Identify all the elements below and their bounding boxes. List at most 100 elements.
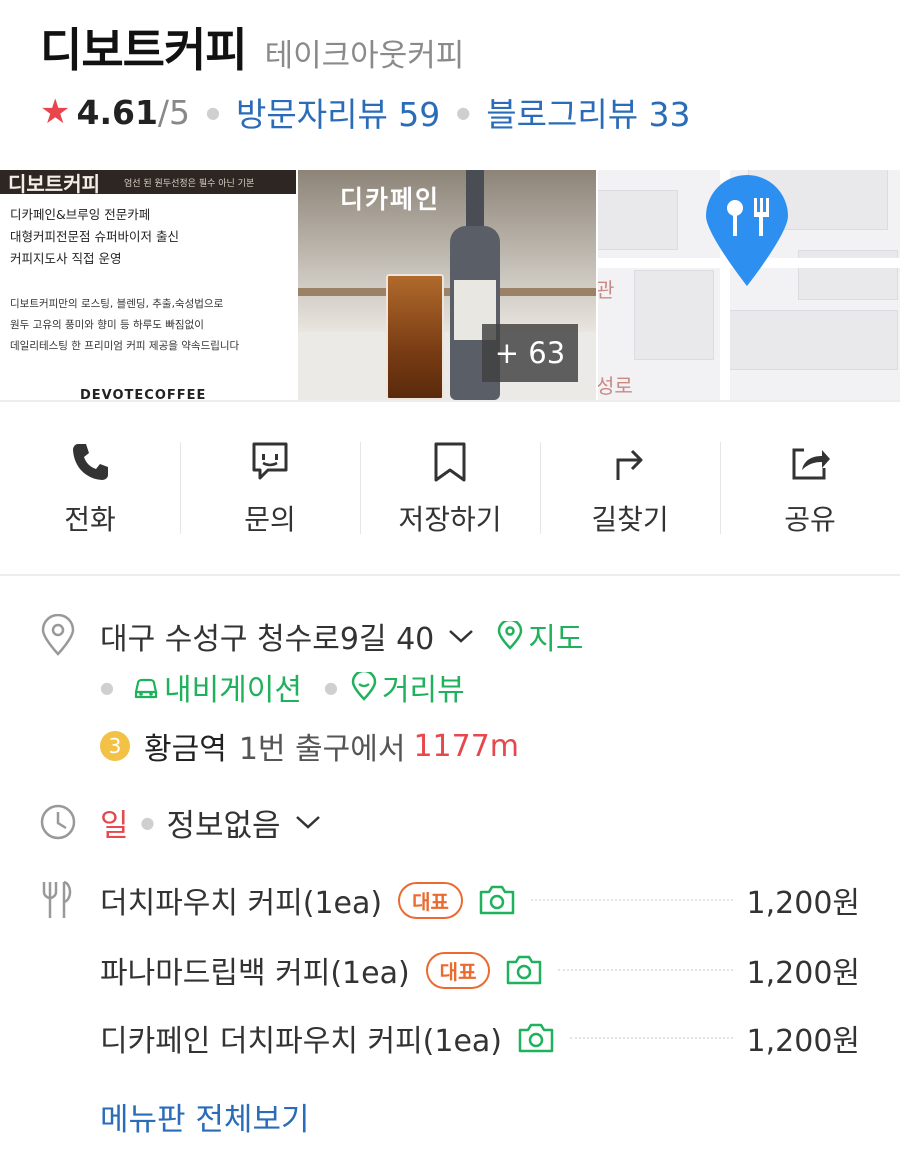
signature-badge: 대표 [398, 881, 463, 919]
share-button[interactable]: 공유 [720, 430, 900, 542]
directions-button[interactable]: 길찾기 [540, 430, 720, 542]
action-label: 전화 [64, 503, 116, 536]
car-icon [134, 678, 158, 699]
call-button[interactable]: 전화 [0, 430, 180, 542]
bookmark-icon [434, 442, 466, 482]
action-label: 공유 [784, 503, 836, 536]
map-pin-icon [498, 621, 523, 650]
hours-day: 일 [100, 807, 129, 844]
address-row: 대구 수성구 청수로9길 40 지도 [100, 612, 583, 660]
intro-paragraph: 디보트커피만의 로스팅, 블렌딩, 추출,숙성법으로 원두 고유의 풍미와 향미… [10, 294, 294, 357]
place-header: 디보트커피 테이크아웃커피 ★ 4.61 /5 ● 방문자리뷰 59 ● 블로그… [40, 14, 880, 134]
navigation-link-label: 내비게이션 [163, 673, 302, 708]
separator-dot: ● [456, 102, 471, 122]
restaurant-pin-icon [706, 175, 788, 286]
navigation-row: ● 내비게이션 ● 거리뷰 [100, 664, 465, 710]
title-row: 디보트커피 테이크아웃커피 [40, 14, 880, 77]
map-link[interactable]: 지도 [496, 614, 583, 658]
menu-item[interactable]: 디카페인 더치파우치 커피(1ea) 1,200원 [100, 1014, 860, 1062]
intro-line: 디카페인&브루잉 전문카페 [10, 207, 151, 222]
map-block [598, 190, 678, 250]
fork-knife-icon [42, 880, 72, 918]
camera-icon[interactable] [504, 953, 544, 987]
photo-decaf[interactable]: 디카페인 + 63 [298, 170, 598, 400]
menu-item[interactable]: 더치파우치 커피(1ea) 대표 1,200원 [100, 876, 860, 924]
station-name: 황금역 [144, 732, 227, 767]
shelf [298, 288, 596, 296]
navigation-link[interactable]: 내비게이션 [132, 665, 302, 709]
subway-row: 3 황금역 1번 출구에서 1177m [100, 722, 519, 770]
visitor-review-link[interactable]: 방문자리뷰 59 [236, 88, 440, 136]
inquiry-button[interactable]: 문의 [180, 430, 360, 542]
intro-line: 커피지도사 직접 운영 [10, 251, 122, 266]
map-thumbnail[interactable]: 관 성로 [598, 170, 900, 400]
chat-icon [252, 442, 288, 480]
subway-line-badge: 3 [100, 731, 130, 761]
directions-icon [616, 449, 643, 480]
station-distance: 1177m [413, 728, 520, 764]
streetview-link[interactable]: 거리뷰 [350, 665, 465, 709]
blog-review-link[interactable]: 블로그리뷰 33 [486, 88, 690, 136]
paragraph-line: 데일리테스팅 한 프리미엄 커피 제공을 약속드립니다 [10, 340, 240, 352]
station-exit: 1번 출구에서 [238, 732, 406, 767]
photo-banner: 디보트커피 엄선 된 원두선정은 필수 아닌 기본 [0, 170, 296, 196]
rating-max: /5 [157, 92, 191, 132]
banner-subtitle: 엄선 된 원두선정은 필수 아닌 기본 [124, 179, 255, 189]
chevron-down-icon[interactable] [295, 814, 321, 830]
divider [0, 400, 900, 402]
separator-dot: ● [140, 812, 155, 832]
chevron-down-icon[interactable] [448, 628, 474, 644]
map-link-label: 지도 [528, 622, 584, 657]
divider [0, 574, 900, 576]
intro-line: 대형커피전문점 슈퍼바이저 출신 [10, 229, 179, 244]
action-label: 길찾기 [591, 503, 669, 536]
rating-score: 4.61 [76, 92, 158, 132]
separator-dot: ● [206, 102, 220, 122]
brand-text: DEVOTECOFFEE [80, 388, 207, 400]
map-label: 성로 [598, 374, 633, 398]
paragraph-line: 디보트커피만의 로스팅, 블렌딩, 추출,숙성법으로 [10, 298, 224, 310]
bottle-neck [466, 170, 484, 232]
camera-icon[interactable] [516, 1021, 556, 1055]
photo-strip: 디보트커피 엄선 된 원두선정은 필수 아닌 기본 디카페인&브루잉 전문카페 … [0, 170, 900, 400]
rating-row: ★ 4.61 /5 ● 방문자리뷰 59 ● 블로그리뷰 33 [40, 90, 880, 134]
menu-item-price: 1,200원 [746, 1024, 860, 1059]
action-label: 저장하기 [398, 503, 502, 536]
menu-item-name: 파나마드립백 커피(1ea) [100, 956, 410, 991]
place-category: 테이크아웃커피 [264, 38, 465, 74]
photo-label: 디카페인 [340, 185, 441, 214]
place-name: 디보트커피 [40, 23, 248, 77]
location-pin-icon [41, 614, 75, 656]
more-photos-button[interactable]: + 63 [482, 324, 578, 382]
hours-status: 정보없음 [166, 807, 281, 844]
photo-intro[interactable]: 디보트커피 엄선 된 원두선정은 필수 아닌 기본 디카페인&브루잉 전문카페 … [0, 170, 298, 400]
action-label: 문의 [244, 503, 296, 536]
menu-item[interactable]: 파나마드립백 커피(1ea) 대표 1,200원 [100, 946, 860, 994]
phone-icon [73, 444, 108, 480]
iced-coffee-glass [386, 274, 444, 400]
hours-row[interactable]: 일 ● 정보없음 [100, 798, 321, 846]
menu-item-name: 디카페인 더치파우치 커피(1ea) [100, 1024, 503, 1059]
separator-dot: ● [323, 677, 338, 697]
map-block [728, 310, 898, 370]
paragraph-line: 원두 고유의 풍미와 향미 등 하루도 빠짐없이 [10, 319, 204, 331]
streetview-pin-icon [351, 672, 377, 701]
view-full-menu-link[interactable]: 메뉴판 전체보기 [100, 1094, 310, 1139]
intro-lines: 디카페인&브루잉 전문카페 대형커피전문점 슈퍼바이저 출신 커피지도사 직접 … [10, 204, 294, 270]
streetview-link-label: 거리뷰 [381, 673, 465, 708]
camera-icon[interactable] [477, 883, 517, 917]
menu-item-price: 1,200원 [746, 956, 860, 991]
save-button[interactable]: 저장하기 [360, 430, 540, 542]
price-leader [530, 899, 733, 901]
action-bar: 전화 문의 저장하기 길찾기 공유 [0, 430, 900, 542]
menu-item-price: 1,200원 [746, 886, 860, 921]
menu-item-name: 더치파우치 커피(1ea) [100, 886, 383, 921]
clock-icon [40, 804, 76, 840]
price-leader [558, 969, 733, 971]
signature-badge: 대표 [425, 951, 491, 989]
banner-title: 디보트커피 [8, 172, 100, 196]
separator-dot: ● [100, 677, 114, 697]
address-text[interactable]: 대구 수성구 청수로9길 40 [100, 614, 434, 658]
map-label: 관 [598, 278, 615, 302]
price-leader [570, 1037, 733, 1039]
